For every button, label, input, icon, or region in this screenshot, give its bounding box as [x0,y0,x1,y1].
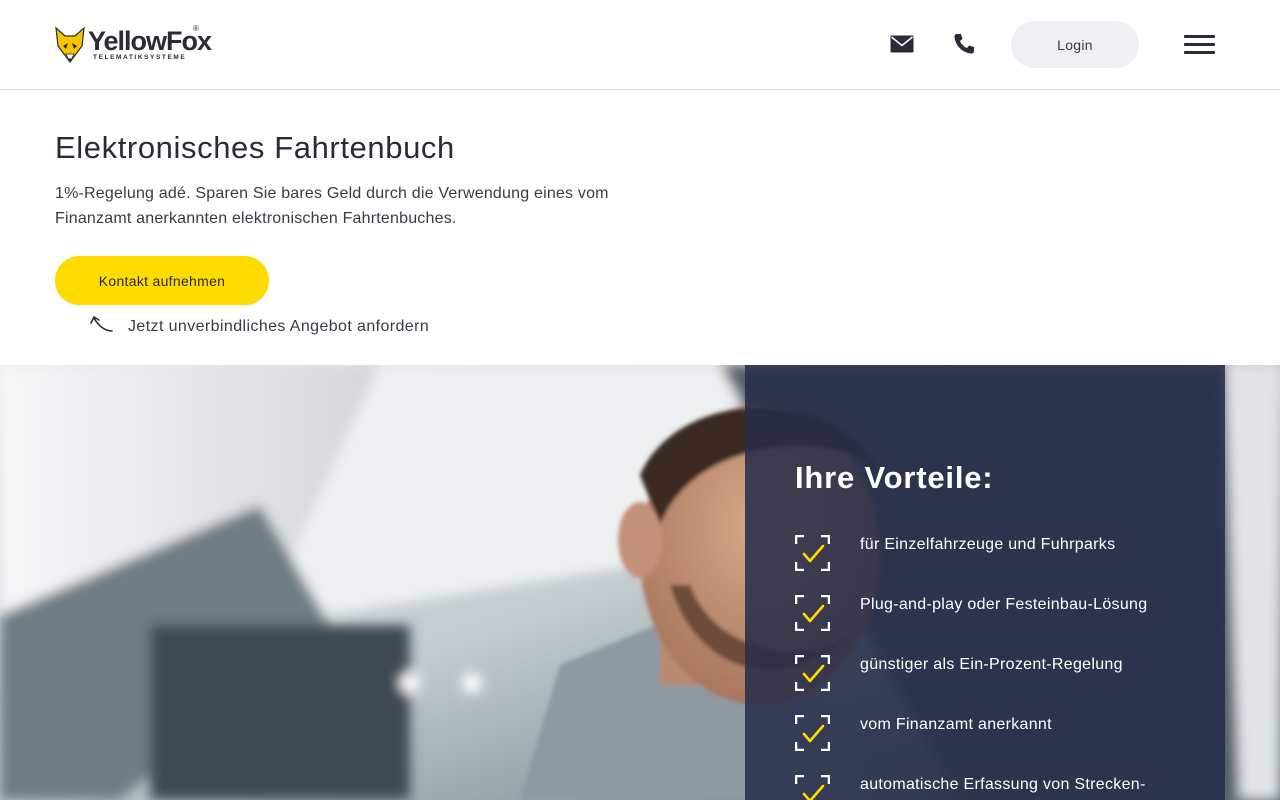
checkmark-icon [795,715,830,751]
benefit-text: vom Finanzamt anerkannt [860,716,1052,733]
benefit-text: Plug-and-play oder Festeinbau-Lösung [860,596,1148,613]
benefit-text: für Einzelfahrzeuge und Fuhrparks [860,536,1116,553]
page-title: Elektronisches Fahrtenbuch [55,130,455,165]
benefit-item: Plug-and-play oder Festeinbau-Lösung [795,595,1215,635]
benefit-text: automatische Erfassung von Strecken- [860,776,1146,793]
benefit-item: vom Finanzamt anerkannt [795,715,1215,755]
curved-arrow-icon [90,316,113,332]
checkmark-icon [795,535,830,571]
benefits-title: Ihre Vorteile: [795,460,994,495]
checkmark-icon [795,595,830,631]
cta-hint-text: Jetzt unverbindliches Angebot anfordern [128,318,430,335]
checkmark-icon [795,775,830,800]
benefits-panel: Ihre Vorteile: für Einzelfahrzeuge und F… [745,365,1225,800]
benefit-item: für Einzelfahrzeuge und Fuhrparks [795,535,1215,575]
benefit-item: günstiger als Ein-Prozent-Regelung [795,655,1215,695]
logo-tagline: TELEMATIKSYSTEME [93,54,187,61]
fox-logo-icon [55,26,85,63]
phone-icon[interactable] [948,28,980,60]
site-header: YellowFox ® TELEMATIKSYSTEME Login [0,0,1280,90]
mail-icon[interactable] [886,28,918,60]
hero-section: Ihre Vorteile: für Einzelfahrzeuge und F… [0,365,1280,800]
checkmark-icon [795,655,830,691]
logo-registered-mark: ® [193,24,199,33]
contact-button[interactable]: Kontakt aufnehmen [55,256,269,305]
intro-text: 1%-Regelung adé. Sparen Sie bares Geld d… [55,185,609,227]
hamburger-menu-icon[interactable] [1182,32,1218,58]
login-button[interactable]: Login [1011,21,1139,68]
benefit-item: automatische Erfassung von Strecken- [795,775,1215,800]
yellowfox-logo[interactable]: YellowFox ® TELEMATIKSYSTEME [54,24,212,66]
benefit-text: günstiger als Ein-Prozent-Regelung [860,656,1123,673]
